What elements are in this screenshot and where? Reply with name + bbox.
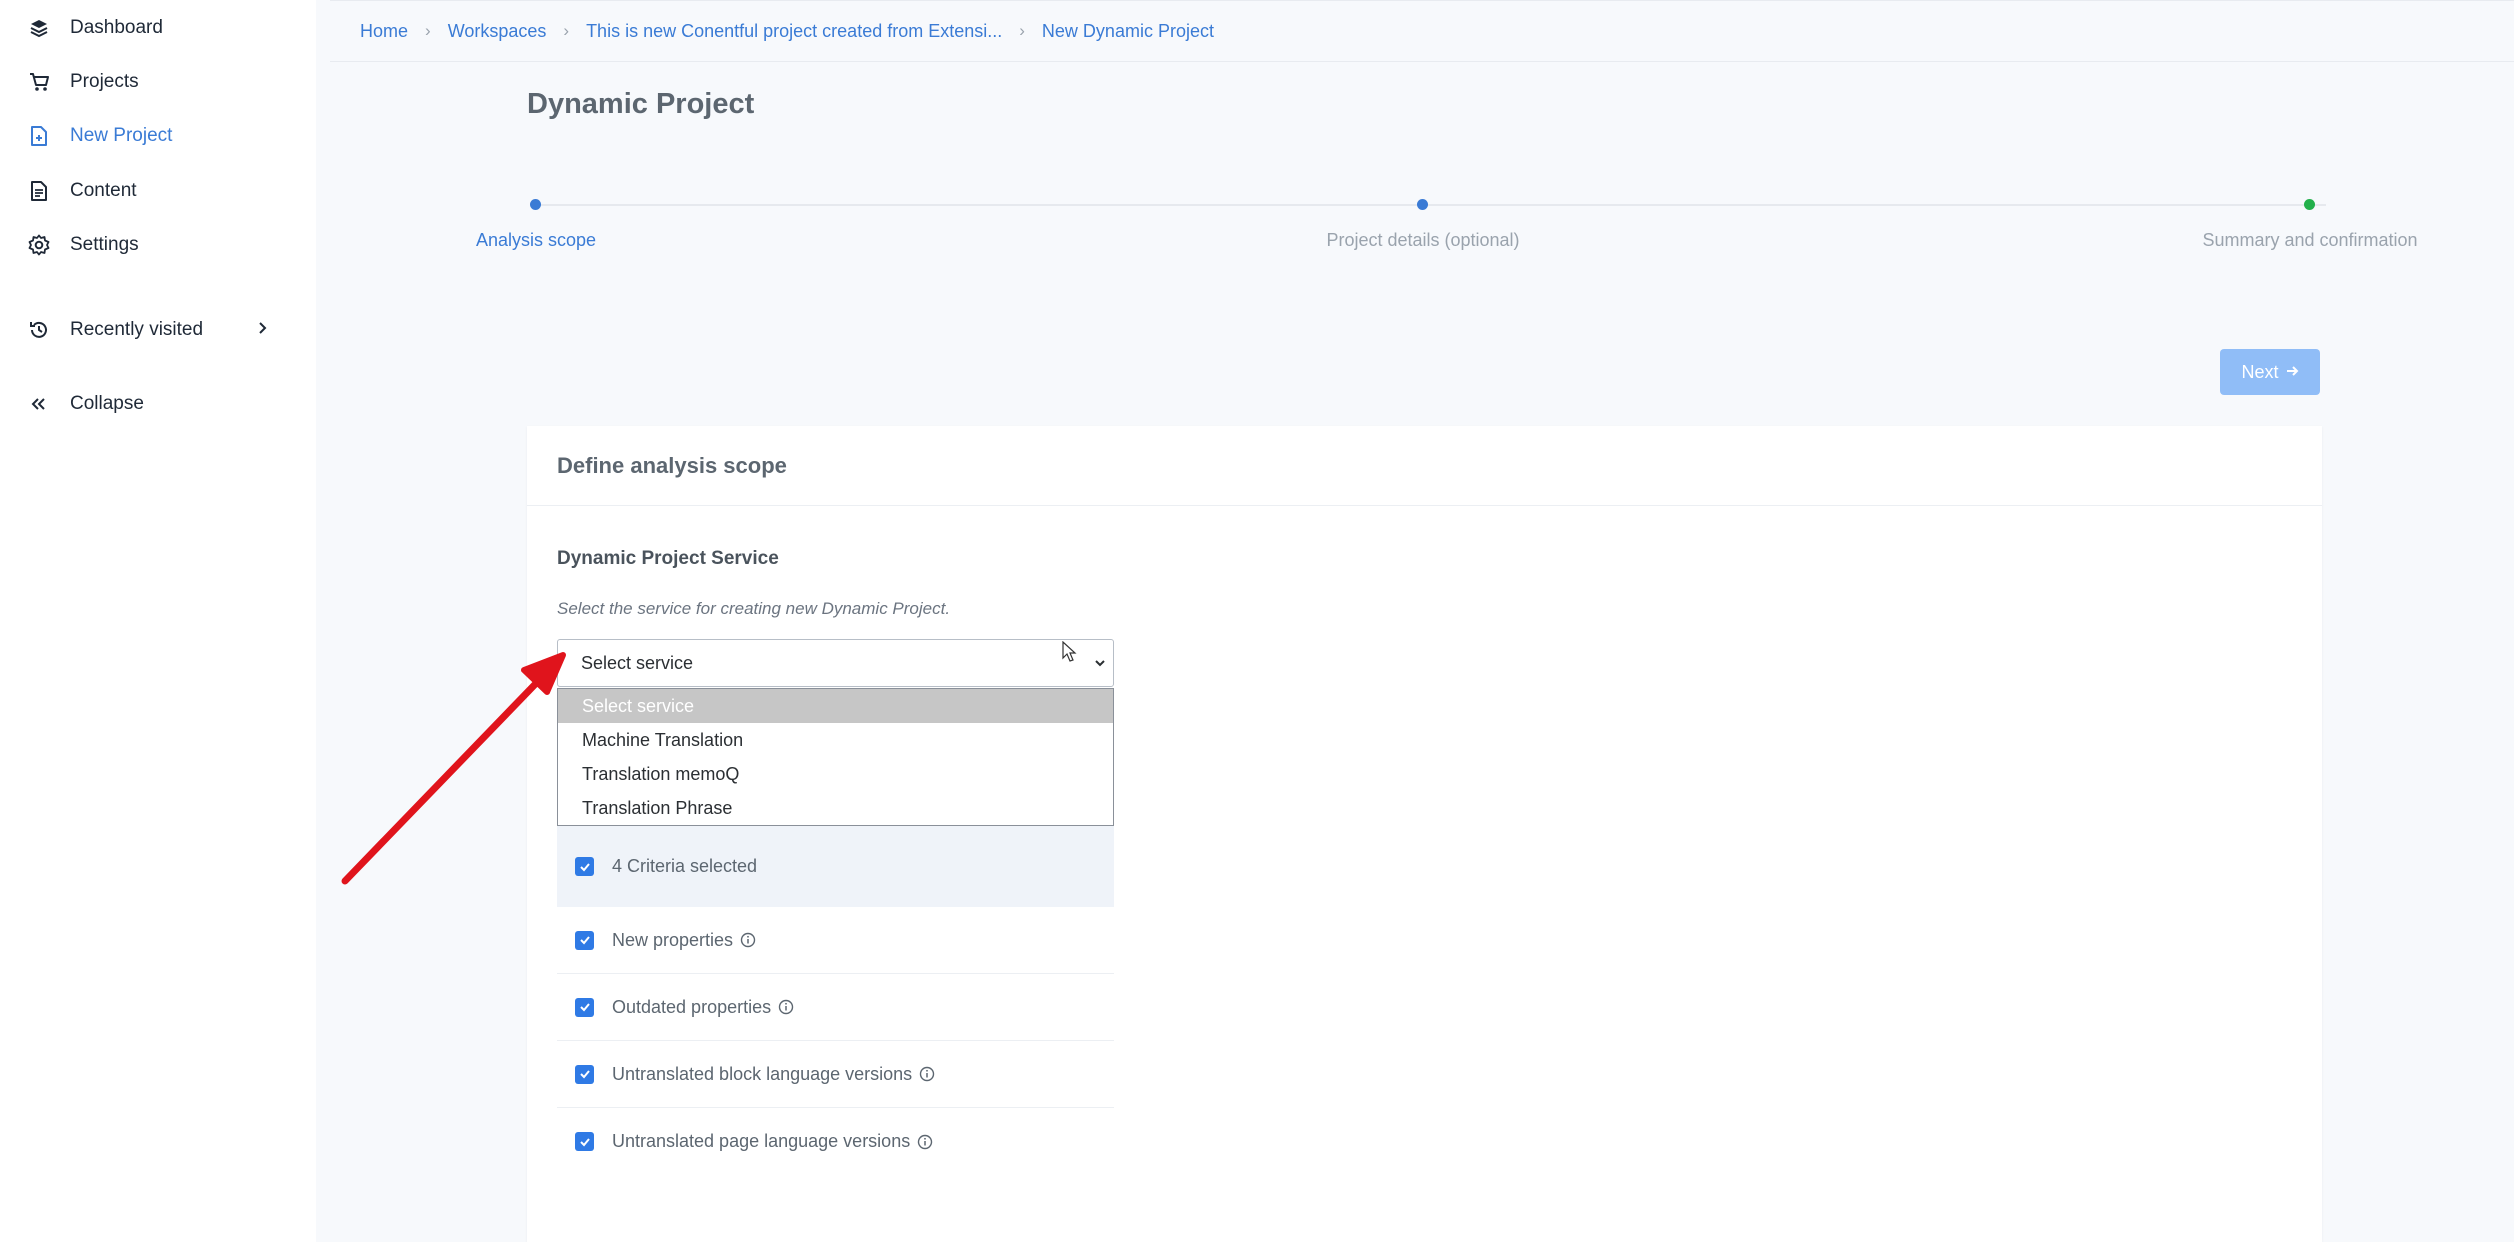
info-icon[interactable] — [778, 999, 794, 1015]
stepper-track — [536, 204, 2326, 206]
sidebar-item-recently-visited[interactable]: Recently visited — [26, 310, 296, 350]
criteria-label: Untranslated page language versions — [612, 1131, 911, 1151]
service-select[interactable]: Select service — [557, 639, 1114, 687]
chevron-right-icon: › — [563, 21, 570, 40]
sidebar-collapse[interactable]: Collapse — [26, 384, 296, 424]
criteria-summary: 4 Criteria selected — [557, 826, 1114, 907]
step-analysis-scope[interactable]: Analysis scope — [476, 230, 596, 251]
breadcrumb-workspaces[interactable]: Workspaces — [448, 21, 547, 42]
sidebar-item-projects[interactable]: Projects — [26, 62, 296, 102]
criteria-label: Untranslated block language versions — [612, 1063, 913, 1084]
step-summary[interactable]: Summary and confirmation — [2202, 230, 2417, 251]
next-button-label: Next — [2241, 361, 2279, 382]
breadcrumb-home[interactable]: Home — [360, 21, 408, 42]
main-area: Home › Workspaces › This is new Conentfu… — [316, 0, 2514, 1242]
service-option[interactable]: Translation Phrase — [558, 791, 1113, 825]
criteria-select-all-checkbox[interactable] — [575, 857, 594, 876]
document-icon — [26, 178, 52, 204]
step-dot-1 — [530, 199, 541, 210]
collapse-label: Collapse — [70, 393, 144, 414]
criteria-label: New properties — [612, 929, 734, 950]
criteria-summary-label: 4 Criteria selected — [612, 856, 758, 876]
sidebar-item-label: Content — [70, 180, 137, 201]
criteria-row: Outdated properties — [557, 974, 1114, 1041]
sidebar-item-label: Projects — [70, 71, 139, 92]
step-dot-3 — [2304, 199, 2315, 210]
gear-icon — [26, 232, 52, 258]
cart-icon — [26, 69, 52, 95]
service-option[interactable]: Select service — [558, 689, 1113, 723]
criteria-checkbox[interactable] — [575, 930, 594, 950]
sidebar-item-label: Dashboard — [70, 17, 163, 38]
info-icon[interactable] — [919, 1066, 935, 1082]
breadcrumb: Home › Workspaces › This is new Conentfu… — [330, 0, 2514, 62]
sidebar-item-dashboard[interactable]: Dashboard — [26, 8, 296, 48]
history-icon — [26, 317, 52, 343]
info-icon[interactable] — [917, 1134, 933, 1150]
breadcrumb-workspace[interactable]: This is new Conentful project created fr… — [586, 21, 1002, 42]
sidebar-item-label: New Project — [70, 125, 173, 146]
criteria-checkbox[interactable] — [575, 1064, 594, 1084]
section-title: Dynamic Project Service — [557, 548, 779, 569]
service-select-value: Select service — [581, 652, 694, 673]
card-title: Define analysis scope — [527, 426, 2322, 506]
chevron-right-icon: › — [425, 21, 431, 40]
layers-icon — [26, 15, 52, 41]
sidebar: Dashboard Projects New Project Content S… — [0, 0, 316, 1242]
criteria-checkbox[interactable] — [575, 997, 594, 1017]
service-option[interactable]: Translation memoQ — [558, 757, 1113, 791]
arrow-right-icon — [2285, 362, 2299, 383]
criteria-row: New properties — [557, 907, 1114, 974]
step-project-details[interactable]: Project details (optional) — [1326, 230, 1519, 251]
criteria-label: Outdated properties — [612, 996, 772, 1017]
analysis-scope-card: Define analysis scope Dynamic Project Se… — [527, 426, 2322, 1242]
chevron-down-icon — [1093, 654, 1107, 677]
page-title: Dynamic Project — [527, 88, 755, 120]
new-file-icon — [26, 123, 52, 149]
next-button[interactable]: Next — [2220, 349, 2320, 395]
service-dropdown: Select service Machine Translation Trans… — [557, 688, 1114, 826]
sidebar-item-label: Settings — [70, 234, 139, 255]
criteria-row: Untranslated block language versions — [557, 1041, 1114, 1108]
service-option[interactable]: Machine Translation — [558, 723, 1113, 757]
breadcrumb-current[interactable]: New Dynamic Project — [1042, 21, 1214, 42]
mouse-cursor-icon — [1062, 641, 1077, 662]
criteria-checkbox[interactable] — [575, 1132, 594, 1151]
chevron-right-icon: › — [1019, 21, 1025, 40]
info-icon[interactable] — [740, 932, 756, 948]
sidebar-item-new-project[interactable]: New Project — [26, 116, 296, 156]
sidebar-item-settings[interactable]: Settings — [26, 225, 296, 265]
criteria-row: Untranslated page language versions — [557, 1108, 1114, 1175]
sidebar-item-label: Recently visited — [70, 319, 204, 340]
chevron-right-icon — [256, 318, 270, 344]
sidebar-item-content[interactable]: Content — [26, 171, 296, 211]
double-chevron-left-icon — [26, 391, 52, 417]
step-dot-2 — [1417, 199, 1428, 210]
section-description: Select the service for creating new Dyna… — [557, 599, 951, 618]
